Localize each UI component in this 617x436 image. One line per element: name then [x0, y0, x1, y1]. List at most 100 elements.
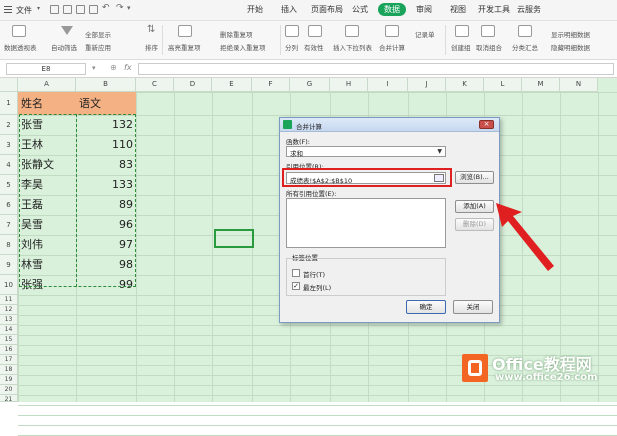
- close-icon[interactable]: ×: [479, 120, 494, 129]
- column-header[interactable]: F: [252, 78, 290, 92]
- reject-duplicate-entry-button[interactable]: 拒绝录入重复项: [220, 42, 266, 52]
- row-header[interactable]: 2: [0, 115, 18, 135]
- undo-icon[interactable]: ↶: [102, 3, 110, 13]
- insert-dropdown-list-button[interactable]: 插入下拉列表: [333, 42, 372, 52]
- left-column-checkbox[interactable]: ✓: [292, 282, 300, 290]
- row-header[interactable]: 9: [0, 255, 18, 275]
- hide-detail-button[interactable]: 隐藏明细数据: [551, 42, 590, 52]
- row-header[interactable]: 6: [0, 195, 18, 215]
- zoom-icon[interactable]: ⊕: [110, 63, 117, 72]
- pivot-table-button[interactable]: 数据透视表: [4, 42, 37, 52]
- file-dropdown-icon[interactable]: ▾: [37, 5, 40, 12]
- show-all-button[interactable]: 全部显示: [85, 29, 111, 39]
- column-header[interactable]: K: [446, 78, 484, 92]
- sort-button[interactable]: 排序: [145, 42, 158, 52]
- office-logo: [462, 354, 488, 382]
- preview-icon[interactable]: [89, 5, 98, 14]
- tab-developer[interactable]: 开发工具: [478, 4, 510, 15]
- top-row-checkbox[interactable]: [292, 269, 300, 277]
- row-header[interactable]: 10: [0, 275, 18, 295]
- file-menu[interactable]: 文件: [16, 5, 32, 16]
- row-header[interactable]: 21: [0, 395, 18, 403]
- column-header[interactable]: A: [18, 78, 76, 92]
- consolidate-button[interactable]: 合并计算: [379, 42, 405, 52]
- quick-access-more-icon[interactable]: ▾: [127, 4, 131, 12]
- new-doc-icon[interactable]: [50, 5, 59, 14]
- row-header[interactable]: 3: [0, 135, 18, 155]
- row-header[interactable]: 19: [0, 375, 18, 385]
- ungroup-button[interactable]: 取消组合: [476, 42, 502, 52]
- tab-start[interactable]: 开始: [247, 4, 263, 15]
- grid-line: [18, 385, 617, 386]
- row-header[interactable]: 11: [0, 295, 18, 305]
- column-header[interactable]: J: [408, 78, 446, 92]
- name-box[interactable]: E8: [6, 63, 86, 75]
- fx-icon[interactable]: fx: [124, 63, 132, 72]
- redo-icon[interactable]: ↷: [116, 3, 124, 13]
- column-header[interactable]: L: [484, 78, 522, 92]
- record-form-button[interactable]: 记录单: [415, 29, 435, 39]
- split-column-button[interactable]: 分列: [285, 42, 298, 52]
- remove-duplicates-button[interactable]: 删除重复项: [220, 29, 253, 39]
- ribbon-divider: [280, 25, 281, 55]
- menu-icon[interactable]: [4, 5, 12, 13]
- grid-line: [18, 405, 617, 406]
- row-header[interactable]: 13: [0, 315, 18, 325]
- validation-button[interactable]: 有效性: [304, 42, 324, 52]
- column-header[interactable]: B: [76, 78, 136, 92]
- row-header[interactable]: 15: [0, 335, 18, 345]
- row-header[interactable]: 7: [0, 215, 18, 235]
- highlight-duplicates-button[interactable]: 高亮重复项: [168, 42, 201, 52]
- column-header[interactable]: M: [522, 78, 560, 92]
- row-header[interactable]: 5: [0, 175, 18, 195]
- copy-range-divider: [76, 114, 77, 287]
- reapply-button[interactable]: 重新应用: [85, 42, 111, 52]
- column-header[interactable]: I: [368, 78, 408, 92]
- row-header[interactable]: 16: [0, 345, 18, 355]
- tab-cloud-service[interactable]: 云服务: [517, 4, 541, 15]
- annotation-arrow: [496, 203, 554, 271]
- row-header[interactable]: 17: [0, 355, 18, 365]
- formula-input[interactable]: [138, 63, 614, 75]
- app-icon: [283, 120, 292, 129]
- tab-formula[interactable]: 公式: [352, 4, 368, 15]
- print-icon[interactable]: [76, 5, 85, 14]
- column-header[interactable]: C: [136, 78, 174, 92]
- auto-filter-button[interactable]: 自动筛选: [51, 42, 77, 52]
- tab-page-layout[interactable]: 页面布局: [311, 4, 343, 15]
- column-header[interactable]: H: [330, 78, 368, 92]
- subtotal-button[interactable]: 分类汇总: [512, 42, 538, 52]
- row-header[interactable]: 12: [0, 305, 18, 315]
- header-cell-name[interactable]: 姓名: [18, 92, 76, 115]
- row-header[interactable]: 8: [0, 235, 18, 255]
- row-header[interactable]: 18: [0, 365, 18, 375]
- row-header[interactable]: 14: [0, 325, 18, 335]
- tab-review[interactable]: 审阅: [416, 4, 432, 15]
- column-header[interactable]: G: [290, 78, 330, 92]
- select-all-corner[interactable]: [0, 78, 18, 92]
- tab-view[interactable]: 视图: [450, 4, 466, 15]
- row-header[interactable]: 20: [0, 385, 18, 395]
- column-header[interactable]: D: [174, 78, 212, 92]
- close-button[interactable]: 关闭: [453, 300, 493, 314]
- all-references-list[interactable]: [286, 198, 446, 248]
- active-cell[interactable]: [214, 229, 254, 248]
- split-column-icon: [285, 25, 299, 37]
- function-select[interactable]: 求和 ▼: [286, 146, 446, 158]
- save-icon[interactable]: [63, 5, 72, 14]
- tab-insert[interactable]: 插入: [281, 4, 297, 15]
- all-references-label: 所有引用位置(E):: [286, 190, 337, 198]
- ok-button[interactable]: 确定: [406, 300, 446, 314]
- column-header[interactable]: N: [560, 78, 598, 92]
- create-group-button[interactable]: 创建组: [451, 42, 471, 52]
- header-cell-chinese[interactable]: 语文: [76, 92, 136, 115]
- browse-button[interactable]: 浏览(B)...: [455, 171, 494, 184]
- name-box-dropdown-icon[interactable]: ▾: [92, 64, 96, 72]
- column-header[interactable]: E: [212, 78, 252, 92]
- dialog-title-bar[interactable]: 合并计算 ×: [280, 118, 499, 132]
- row-header[interactable]: 1: [0, 92, 18, 115]
- highlight-duplicates-icon: [178, 25, 192, 37]
- row-header[interactable]: 4: [0, 155, 18, 175]
- tab-data[interactable]: 数据: [378, 3, 406, 16]
- show-detail-button[interactable]: 显示明细数据: [551, 29, 590, 39]
